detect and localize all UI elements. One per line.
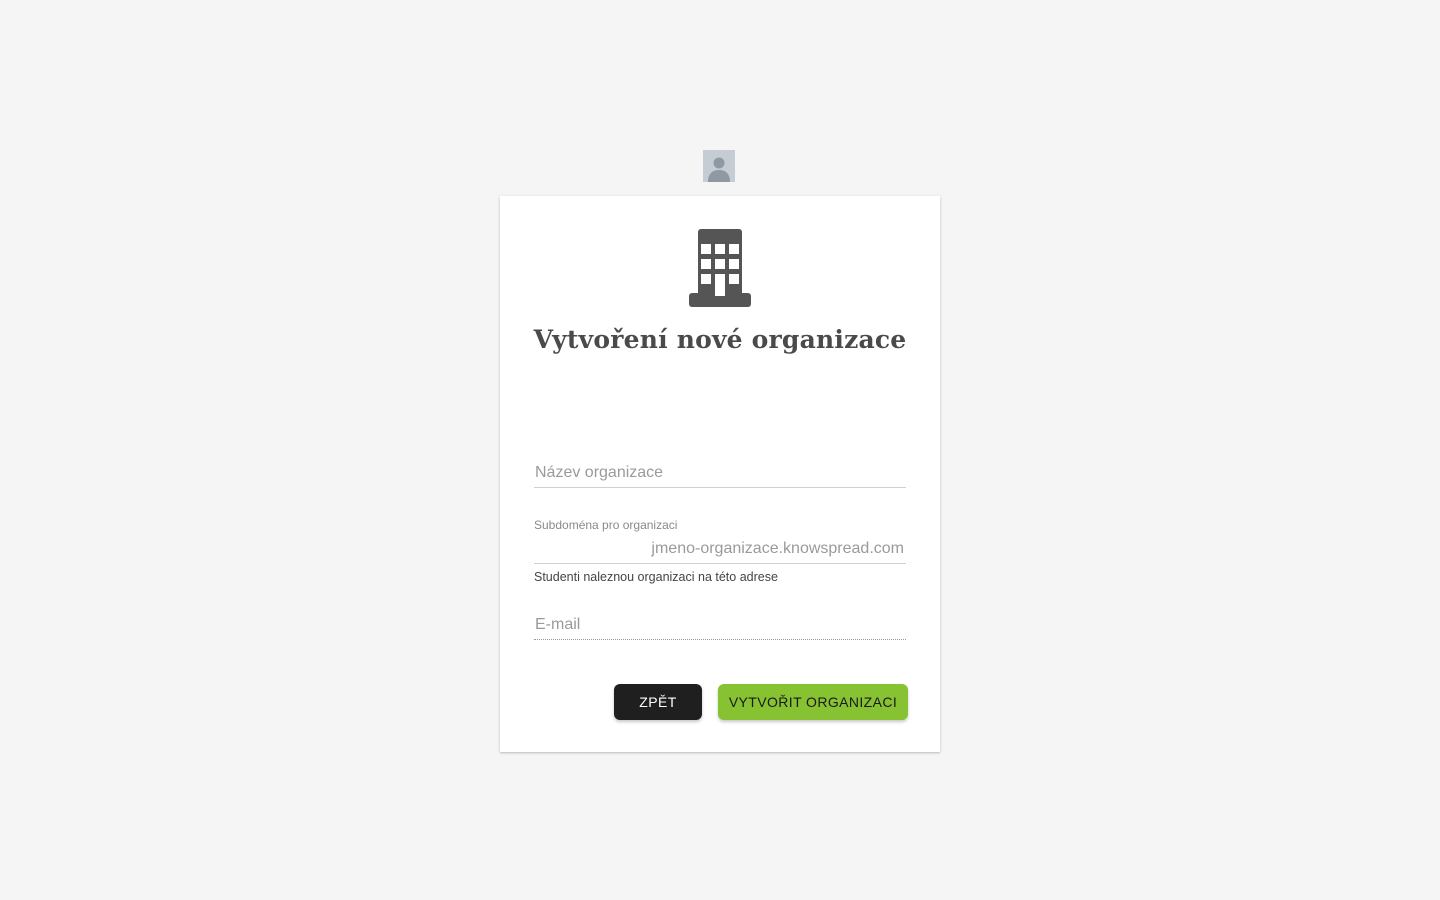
subdomain-underline — [534, 563, 906, 564]
create-organization-card: Vytvoření nové organizace Subdoména pro … — [500, 196, 940, 752]
building-icon — [689, 229, 751, 307]
page-title: Vytvoření nové organizace — [533, 325, 907, 354]
organization-name-underline — [534, 487, 906, 488]
subdomain-field: Subdoména pro organizaci Studenti nalezn… — [534, 518, 906, 588]
subdomain-hint: Studenti naleznou organizaci na této adr… — [534, 570, 778, 584]
organization-name-field — [534, 458, 906, 488]
email-field — [534, 610, 906, 640]
email-input[interactable] — [534, 610, 906, 640]
create-organization-button[interactable]: Vytvořit organizaci — [718, 684, 908, 720]
subdomain-label: Subdoména pro organizaci — [534, 518, 678, 532]
back-button[interactable]: Zpět — [614, 684, 702, 720]
email-underline — [534, 639, 906, 640]
subdomain-input[interactable] — [534, 536, 906, 562]
organization-name-input[interactable] — [534, 458, 906, 488]
user-avatar-icon[interactable] — [703, 150, 735, 182]
